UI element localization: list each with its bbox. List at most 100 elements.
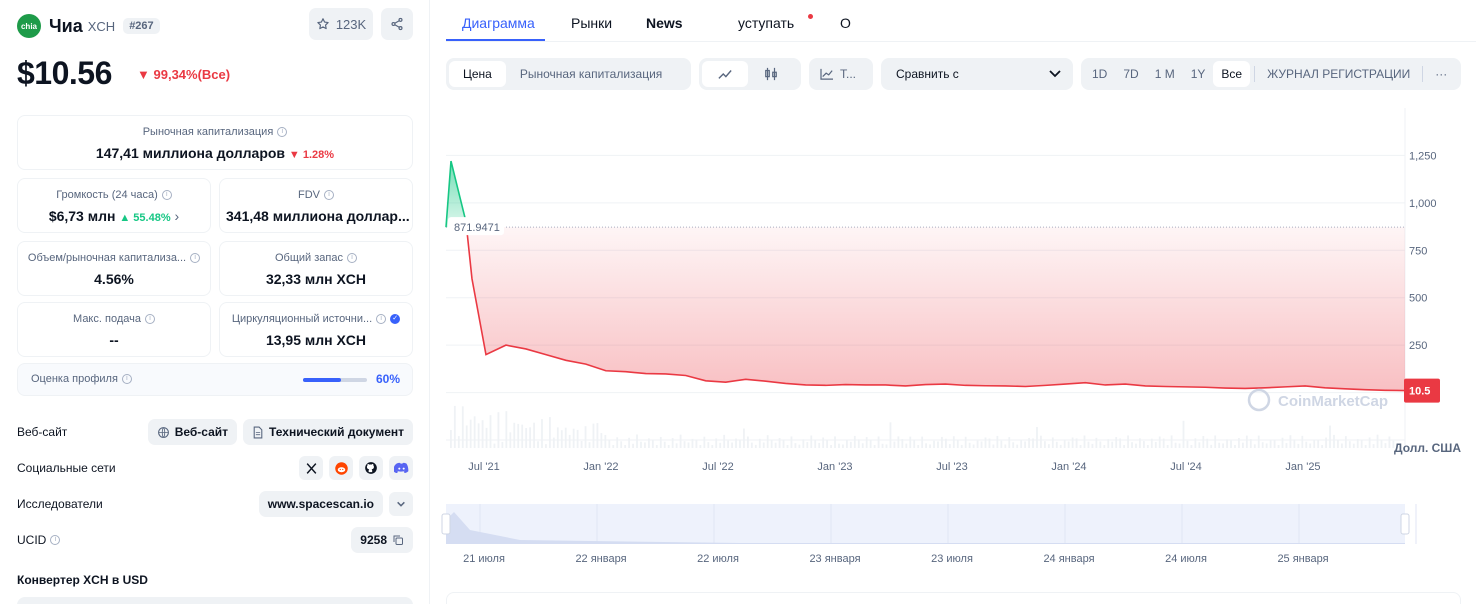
info-icon[interactable]: i bbox=[161, 190, 172, 200]
tab-news[interactable]: News bbox=[646, 15, 683, 31]
tab-yield[interactable]: уступать bbox=[738, 15, 794, 31]
tab-chart[interactable]: Диаграмма bbox=[462, 15, 535, 31]
volume-bar bbox=[1206, 438, 1209, 448]
range-7d[interactable]: 7D bbox=[1115, 61, 1146, 87]
candlestick-button[interactable] bbox=[748, 61, 794, 87]
line-chart-button[interactable] bbox=[702, 61, 748, 87]
range-1d[interactable]: 1D bbox=[1084, 61, 1115, 87]
volume-bar bbox=[723, 434, 726, 448]
volume-bar bbox=[1087, 441, 1090, 448]
vol-mcap-label: Объем/рыночная капитализа... bbox=[27, 252, 187, 264]
volume-bar bbox=[671, 438, 674, 448]
range-1y[interactable]: 1Y bbox=[1183, 61, 1214, 87]
volume-bar bbox=[719, 442, 722, 448]
volume-bar bbox=[667, 445, 670, 448]
volume-card[interactable]: Громкость (24 часа) i $6,73 млн ▲ 55.48% … bbox=[17, 178, 211, 233]
volume-bar bbox=[576, 429, 579, 448]
website-row: Веб-сайт Веб-сайт Технический документ bbox=[17, 419, 413, 445]
volume-bar bbox=[984, 437, 987, 448]
volume-bar bbox=[1051, 437, 1054, 448]
info-icon[interactable]: i bbox=[121, 374, 132, 384]
range-navigator[interactable]: 21 июля 22 января 22 июля 23 января 23 июля 2… bbox=[441, 504, 1417, 565]
volume-bar bbox=[727, 440, 729, 448]
volume-bar bbox=[584, 426, 587, 448]
volume-bar bbox=[580, 440, 583, 448]
x-tick-label: Jul '23 bbox=[936, 461, 967, 473]
volume-bar bbox=[1020, 440, 1023, 448]
explorers-dropdown-button[interactable] bbox=[389, 492, 413, 516]
compare-dropdown[interactable]: Сравнить с bbox=[881, 58, 1073, 90]
volume-bar bbox=[481, 420, 484, 448]
more-options-button[interactable]: ··· bbox=[1427, 61, 1455, 87]
tradingview-button[interactable]: T... bbox=[809, 58, 873, 90]
volume-bar bbox=[1222, 443, 1224, 448]
volume-bar bbox=[869, 439, 872, 448]
info-icon[interactable]: i bbox=[376, 314, 387, 324]
volume-bar bbox=[1178, 443, 1181, 448]
volume-bar bbox=[842, 444, 844, 448]
watchlist-button[interactable]: 123K bbox=[309, 8, 373, 40]
volume-bar bbox=[1008, 437, 1011, 448]
info-icon[interactable]: i bbox=[347, 253, 357, 263]
ucid-row: UCID i 9258 bbox=[17, 527, 413, 553]
navigator-window bbox=[446, 504, 1405, 544]
info-icon[interactable]: i bbox=[144, 314, 155, 324]
explorer-link-button[interactable]: www.spacescan.io bbox=[258, 491, 383, 517]
volume-bar bbox=[1040, 435, 1042, 448]
volume-bar bbox=[1071, 437, 1074, 448]
converter-input[interactable] bbox=[17, 597, 413, 604]
whitepaper-button[interactable]: Технический документ bbox=[243, 419, 413, 445]
current-price-label: 10.5 bbox=[1409, 386, 1430, 398]
profile-score[interactable]: Оценка профиля i 60% bbox=[17, 363, 413, 396]
website-button[interactable]: Веб-сайт bbox=[147, 419, 238, 445]
tab-markets[interactable]: Рынки bbox=[571, 15, 612, 31]
volume-bar bbox=[909, 436, 912, 448]
share-button[interactable] bbox=[381, 8, 413, 40]
volume-bar bbox=[501, 441, 504, 448]
market-cap-button[interactable]: Рыночная капитализация bbox=[506, 61, 676, 87]
volume-bar bbox=[901, 439, 904, 448]
navigator-tick-label: 24 января bbox=[1043, 553, 1094, 565]
section-tabs: Диаграмма Рынки News уступать О bbox=[446, 0, 1476, 42]
volume-bar bbox=[655, 445, 658, 448]
document-icon bbox=[253, 426, 263, 438]
market-cap-card: Рыночная капитализация i 147,41 миллиона … bbox=[17, 115, 413, 170]
tab-about[interactable]: О bbox=[840, 15, 851, 31]
github-icon[interactable] bbox=[359, 456, 383, 480]
volume-bar bbox=[489, 415, 492, 448]
market-cap-value: 147,41 миллиона долларов bbox=[95, 145, 286, 161]
volume-bar bbox=[818, 442, 821, 448]
volume-bar bbox=[1166, 445, 1169, 448]
volume-bar bbox=[1364, 445, 1367, 448]
volume-bar bbox=[1055, 441, 1058, 448]
volume-bar bbox=[1388, 436, 1391, 448]
volume-bar bbox=[461, 406, 464, 448]
reddit-icon[interactable] bbox=[329, 456, 353, 480]
discord-icon[interactable] bbox=[389, 456, 413, 480]
indicator-chart-icon bbox=[820, 68, 833, 80]
x-twitter-icon[interactable] bbox=[299, 456, 323, 480]
notification-dot bbox=[808, 14, 813, 19]
ucid-copy-button[interactable]: 9258 bbox=[351, 527, 413, 553]
ucid-value: 9258 bbox=[360, 533, 387, 547]
info-icon[interactable]: i bbox=[324, 190, 334, 200]
price-button[interactable]: Цена bbox=[449, 61, 506, 87]
volume-bar bbox=[1356, 439, 1359, 448]
range-1m[interactable]: 1 M bbox=[1147, 61, 1183, 87]
volume-bar bbox=[560, 430, 563, 448]
volume-bar bbox=[929, 444, 931, 448]
log-scale-button[interactable]: ЖУРНАЛ РЕГИСТРАЦИИ bbox=[1259, 61, 1418, 87]
volume-bar bbox=[1234, 445, 1236, 448]
info-icon[interactable]: i bbox=[190, 253, 201, 263]
total-supply-card: Общий запас i 32,33 млн XCH bbox=[219, 241, 413, 296]
chevron-down-icon bbox=[1049, 70, 1061, 78]
volume-bar bbox=[473, 416, 476, 448]
volume-bar bbox=[1016, 444, 1019, 448]
info-icon[interactable]: i bbox=[277, 127, 288, 137]
range-all[interactable]: Все bbox=[1213, 61, 1251, 87]
volume-bar bbox=[766, 435, 769, 448]
volume-bar bbox=[1162, 438, 1165, 448]
price-chart[interactable]: 871.9471 1,250 1,000 750 500 250 10.5 Jul '21… bbox=[440, 100, 1470, 580]
volume-bar bbox=[1047, 444, 1050, 448]
info-icon[interactable]: i bbox=[50, 535, 61, 545]
